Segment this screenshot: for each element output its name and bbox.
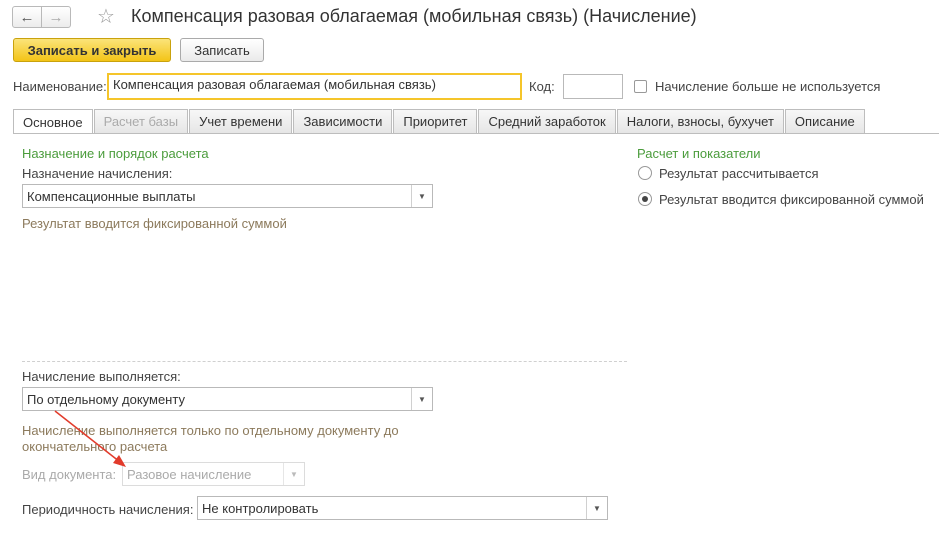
annotation-arrow	[54, 410, 126, 467]
